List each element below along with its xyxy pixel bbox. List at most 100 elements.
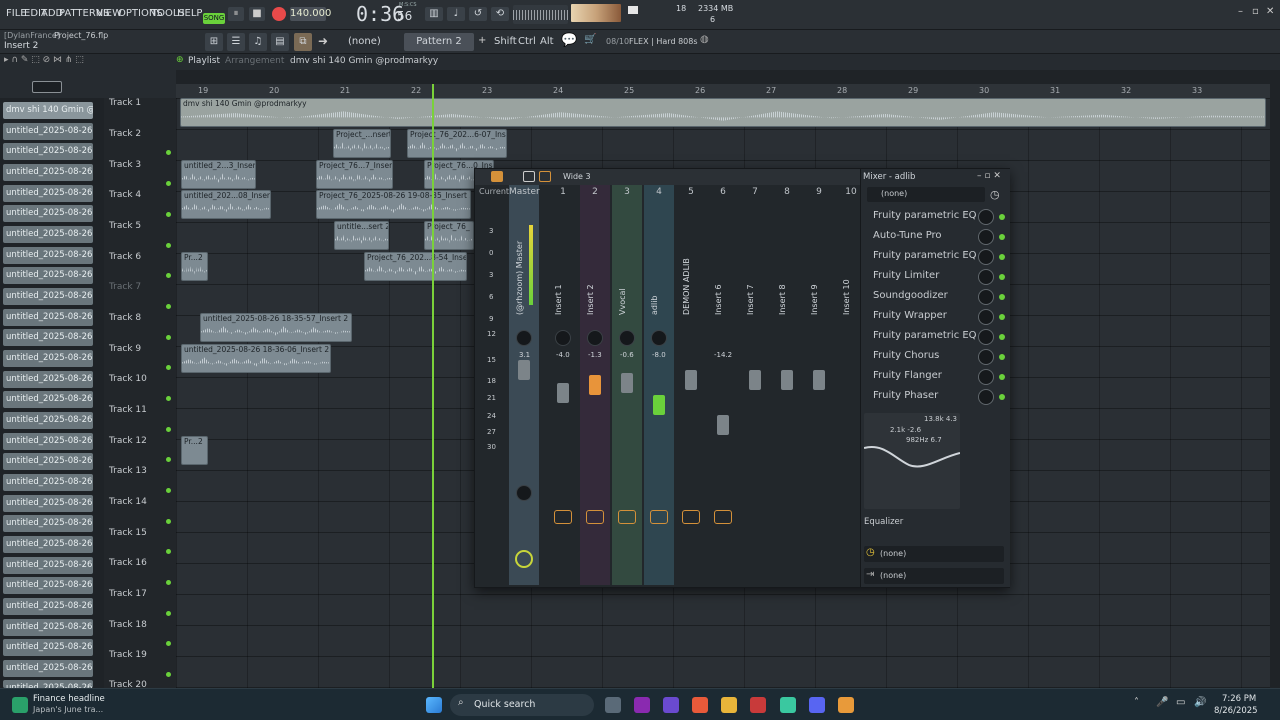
track-mute[interactable] (166, 488, 171, 493)
track-mute[interactable] (166, 457, 171, 462)
timeline-ruler[interactable]: 19 20 21 22 23 24 25 26 27 28 29 30 31 3… (176, 84, 1270, 98)
track-label[interactable]: Track 14 (109, 497, 147, 507)
volume-fader[interactable] (518, 360, 530, 380)
picker-item[interactable]: untitled_2025-08-26 17-... (3, 433, 93, 450)
panel-window-icons[interactable]: – ▫ ✕ (977, 171, 1001, 181)
cart-icon[interactable]: 🛒 (584, 34, 596, 45)
mixer-strip[interactable]: 5 DEMON ADLIB (676, 185, 706, 585)
picker-item[interactable]: dmv shi 140 Gmin @... (3, 102, 93, 119)
sidechain-select[interactable]: ⇥ (none) (864, 568, 1004, 584)
network-icon[interactable]: ▭ (1176, 697, 1185, 708)
picker-item[interactable]: untitled_2025-08-26 17-... (3, 329, 93, 346)
fx-mix-knob[interactable] (978, 309, 994, 325)
volume-fader[interactable] (557, 383, 569, 403)
pan-knob[interactable] (587, 330, 603, 346)
fx-enable-led[interactable] (999, 214, 1005, 220)
minimize-icon[interactable]: – (1238, 6, 1243, 17)
route-icon[interactable] (618, 510, 636, 524)
ctrl-key[interactable]: Ctrl (518, 36, 536, 47)
volume-fader[interactable] (653, 395, 665, 415)
volume-icon[interactable]: 🔊 (1194, 697, 1206, 708)
fx-mix-knob[interactable] (978, 269, 994, 285)
fx-mix-knob[interactable] (978, 229, 994, 245)
pattern-select[interactable]: Pattern 2 (404, 33, 474, 51)
audio-clip[interactable]: untitled_202...08_Insert 2 (181, 190, 271, 219)
track-label[interactable]: Track 12 (109, 436, 147, 446)
track-mute[interactable] (166, 181, 171, 186)
mixer-strip[interactable]: 7 Insert 7 (740, 185, 770, 585)
picker-item[interactable]: untitled_2025-08-26 17-... (3, 412, 93, 429)
picker-item[interactable]: untitled_2025-08-26 17-... (3, 205, 93, 222)
picker-item[interactable]: untitled_2025-08-26 17-... (3, 371, 93, 388)
track-label[interactable]: Track 10 (109, 374, 147, 384)
fx-enable-led[interactable] (999, 314, 1005, 320)
shift-key[interactable]: Shift (494, 36, 517, 47)
chat-icon[interactable]: 💬 (561, 33, 577, 48)
track-label[interactable]: Track 16 (109, 558, 147, 568)
song-mode-toggle[interactable]: SONG (203, 13, 225, 24)
fx-enable-led[interactable] (999, 274, 1005, 280)
snap-icon[interactable]: ⊞ (205, 33, 223, 51)
track-mute[interactable] (166, 672, 171, 677)
track-mute[interactable] (166, 150, 171, 155)
stereo-knob[interactable] (516, 485, 532, 501)
eq-display[interactable]: 13.8k 4.3 2.1k -2.6 982Hz 6.7 (864, 413, 960, 509)
playhead[interactable] (432, 84, 434, 688)
track-label[interactable]: Track 8 (109, 313, 141, 323)
pan-knob[interactable] (651, 330, 667, 346)
picker-item[interactable]: untitled_2025-08-26 17-... (3, 143, 93, 160)
track-mute[interactable] (166, 365, 171, 370)
track-mute[interactable] (166, 519, 171, 524)
fx-mix-knob[interactable] (978, 369, 994, 385)
microphone-icon[interactable]: 🎤 (1156, 697, 1168, 708)
app-icon[interactable] (780, 697, 796, 713)
playlist-icon[interactable]: ☰ (227, 33, 245, 51)
track-mute[interactable] (166, 641, 171, 646)
maximize-icon[interactable]: ▫ (1252, 6, 1259, 17)
fx-mix-knob[interactable] (978, 329, 994, 345)
pattern-song-icon[interactable]: ▥ (425, 7, 443, 21)
news-widget-icon[interactable] (12, 697, 28, 713)
track-label[interactable]: Track 11 (109, 405, 147, 415)
audio-clip[interactable]: untitled_2025-08-26 18-35-57_Insert 2 (200, 313, 352, 342)
add-pattern-icon[interactable]: + (478, 35, 486, 46)
picker-item[interactable]: untitled_2025-08-26 17-... (3, 660, 93, 677)
route-icon[interactable] (650, 510, 668, 524)
picker-item[interactable]: untitled_2025-08-26 17-... (3, 123, 93, 140)
mixer-strip[interactable]: 1 Insert 1 -4.0 (548, 185, 578, 585)
wait-input-icon[interactable]: ↺ (469, 7, 487, 21)
track-mute[interactable] (166, 335, 171, 340)
fx-enable-led[interactable] (999, 334, 1005, 340)
volume-fader[interactable] (621, 373, 633, 393)
app-icon[interactable] (663, 697, 679, 713)
search-bar[interactable]: ⌕ Quick search (450, 694, 594, 716)
fx-mix-knob[interactable] (978, 289, 994, 305)
fx-enable-led[interactable] (999, 374, 1005, 380)
audio-clip[interactable]: dmv shi 140 Gmin @prodmarkyy (180, 98, 1266, 127)
mixer-layout-icon[interactable] (523, 171, 535, 182)
picker-item[interactable]: untitled_2025-08-26 17-... (3, 557, 93, 574)
file-explorer-icon[interactable] (721, 697, 737, 713)
mixer-strip[interactable]: 6 Insert 6 -14.2 (708, 185, 738, 585)
output-select[interactable]: ◷ (none) (864, 546, 1004, 562)
track-mute[interactable] (166, 212, 171, 217)
mixer-strip[interactable]: 9 Insert 9 (804, 185, 834, 585)
picker-item[interactable]: untitled_2025-08-26 17-... (3, 536, 93, 553)
picker-item[interactable]: untitled_2025-08-26 17-... (3, 495, 93, 512)
tray-chevron-icon[interactable]: ˄ (1134, 697, 1139, 708)
route-icon[interactable] (682, 510, 700, 524)
track-label[interactable]: Track 4 (109, 190, 141, 200)
volume-fader[interactable] (813, 370, 825, 390)
picker-item[interactable]: untitled_2025-08-26 17-... (3, 267, 93, 284)
pan-knob[interactable] (555, 330, 571, 346)
app-icon[interactable] (750, 697, 766, 713)
close-icon[interactable]: ✕ (1266, 6, 1274, 17)
track-mute[interactable] (166, 580, 171, 585)
fx-enable-led[interactable] (999, 254, 1005, 260)
menu-help[interactable]: HELP (177, 8, 202, 19)
picker-item[interactable]: untitled_2025-08-26 17-... (3, 391, 93, 408)
volume-fader[interactable] (717, 415, 729, 435)
track-mute[interactable] (166, 611, 171, 616)
metronome-icon[interactable]: ♩ (447, 7, 465, 21)
track-label[interactable]: Track 19 (109, 650, 147, 660)
